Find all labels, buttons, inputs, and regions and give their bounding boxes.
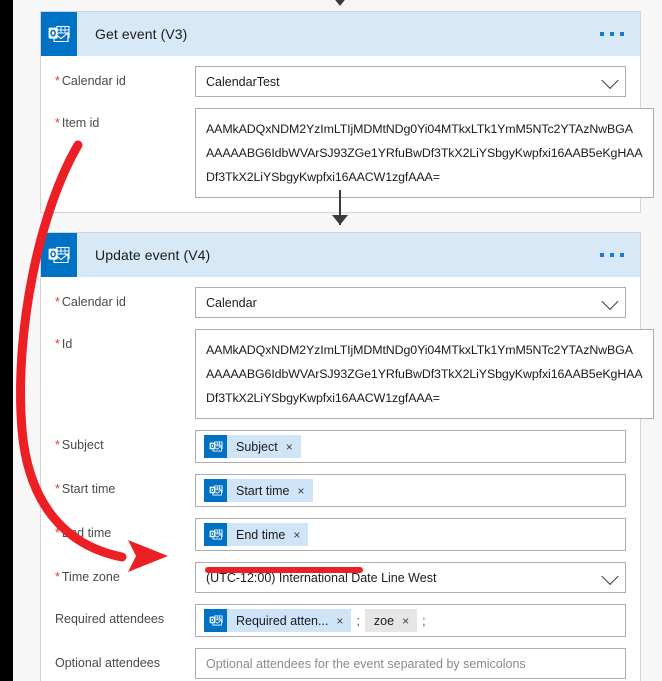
card-title: Get event (V3) (95, 26, 188, 42)
id-line: Df3TkX2LiYSbgyKwpfxi16AACW1zgfAAA= (206, 391, 440, 405)
field-row-optional-attendees: Optional attendees Optional attendees fo… (55, 648, 626, 679)
remove-token-icon[interactable]: × (334, 615, 351, 627)
outlook-token-icon (204, 523, 227, 546)
required-asterisk: * (55, 570, 60, 584)
subject-input[interactable]: Subject × (195, 430, 626, 463)
required-asterisk: * (55, 337, 60, 351)
plain-text-token[interactable]: zoe × (364, 609, 418, 632)
token-label: Required atten... (236, 613, 329, 628)
dynamic-content-token[interactable]: Subject × (204, 435, 301, 458)
outlook-icon (41, 12, 77, 56)
field-row-start-time: * Start time Start time × (55, 474, 626, 507)
field-label: Optional attendees (55, 656, 160, 670)
card-header[interactable]: Get event (V3) (41, 12, 640, 56)
field-label: Required attendees (55, 612, 165, 626)
required-asterisk: * (55, 74, 60, 88)
field-label: * Id (55, 337, 73, 351)
token-label: zoe (373, 613, 395, 628)
left-gutter (0, 0, 13, 681)
remove-token-icon[interactable]: × (296, 485, 313, 497)
more-commands-button[interactable] (600, 253, 624, 257)
required-asterisk: * (55, 482, 60, 496)
calendar-id-value: CalendarTest (206, 74, 280, 89)
action-card-update-event[interactable]: Update event (V4) * Calendar id Calendar … (40, 232, 654, 681)
dynamic-content-token[interactable]: Start time × (204, 479, 313, 502)
field-row-item-id: * Item id AAMkADQxNDM2YzImLTIjMDMtNDg0Yi0… (55, 108, 654, 198)
more-commands-button[interactable] (600, 32, 624, 36)
field-label: * Calendar id (55, 74, 126, 88)
time-zone-value: (UTC-12:00) International Date Line West (206, 570, 437, 585)
field-row-id: * Id AAMkADQxNDM2YzImLTIjMDMtNDg0Yi04MTkx… (55, 329, 654, 419)
token-separator: ; (422, 613, 426, 628)
item-id-line: Df3TkX2LiYSbgyKwpfxi16AACW1zgfAAA= (206, 170, 440, 184)
dynamic-content-token[interactable]: Required atten... × (204, 609, 352, 632)
remove-token-icon[interactable]: × (400, 615, 417, 627)
outlook-token-icon (204, 609, 227, 632)
required-asterisk: * (55, 438, 60, 452)
calendar-id-dropdown[interactable]: Calendar (195, 287, 626, 318)
required-asterisk: * (55, 295, 60, 309)
calendar-id-value: Calendar (206, 295, 257, 310)
token-separator: ; (356, 613, 360, 628)
outlook-icon (41, 233, 77, 277)
token-label: Start time (236, 483, 290, 498)
time-zone-dropdown[interactable]: (UTC-12:00) International Date Line West (195, 562, 626, 593)
field-row-end-time: * End time End time × (55, 518, 626, 551)
field-label: * Time zone (55, 570, 120, 584)
remove-token-icon[interactable]: × (284, 441, 301, 453)
outlook-token-icon (204, 479, 227, 502)
card-title: Update event (V4) (95, 247, 211, 263)
id-textarea[interactable]: AAMkADQxNDM2YzImLTIjMDMtNDg0Yi04MTkxLTk1… (195, 329, 654, 419)
field-row-subject: * Subject Subject × (55, 430, 626, 463)
outlook-token-icon (204, 435, 227, 458)
field-row-calendar-id: * Calendar id Calendar (55, 287, 626, 318)
field-label: * Subject (55, 438, 104, 452)
field-row-required-attendees: Required attendees Required atten... × ;… (55, 604, 626, 637)
dynamic-content-token[interactable]: End time × (204, 523, 309, 546)
item-id-line: AAAAABG6IdbWVArSJ93ZGe1YRfuBwDf3TkX2LiYS… (206, 146, 643, 160)
token-label: End time (236, 527, 286, 542)
calendar-id-dropdown[interactable]: CalendarTest (195, 66, 626, 97)
card-body: * Calendar id CalendarTest * Item id AAMkA… (41, 56, 654, 212)
connector-arrowhead-middle (332, 215, 348, 225)
chevron-down-icon[interactable] (601, 567, 619, 585)
card-body: * Calendar id Calendar * Id AAMkADQxNDM2Yz… (41, 277, 654, 681)
id-line: AAAAABG6IdbWVArSJ93ZGe1YRfuBwDf3TkX2LiYS… (206, 367, 643, 381)
token-label: Subject (236, 439, 278, 454)
action-card-get-event[interactable]: Get event (V3) * Calendar id CalendarTest… (40, 11, 654, 213)
field-label: * Calendar id (55, 295, 126, 309)
optional-attendees-input[interactable]: Optional attendees for the event separat… (195, 648, 626, 679)
end-time-input[interactable]: End time × (195, 518, 626, 551)
item-id-line: AAMkADQxNDM2YzImLTIjMDMtNDg0Yi04MTkxLTk1… (206, 122, 633, 136)
start-time-input[interactable]: Start time × (195, 474, 626, 507)
chevron-down-icon[interactable] (601, 292, 619, 310)
connector-arrowhead-top (332, 0, 348, 6)
field-label: * End time (55, 526, 112, 540)
field-row-calendar-id: * Calendar id CalendarTest (55, 66, 626, 97)
required-asterisk: * (55, 116, 60, 130)
field-row-time-zone: * Time zone (UTC-12:00) International Dat… (55, 562, 626, 593)
field-label: * Start time (55, 482, 116, 496)
id-line: AAMkADQxNDM2YzImLTIjMDMtNDg0Yi04MTkxLTk1… (206, 343, 633, 357)
chevron-down-icon[interactable] (601, 71, 619, 89)
remove-token-icon[interactable]: × (291, 529, 308, 541)
required-asterisk: * (55, 526, 60, 540)
item-id-textarea[interactable]: AAMkADQxNDM2YzImLTIjMDMtNDg0Yi04MTkxLTk1… (195, 108, 654, 198)
field-label: * Item id (55, 116, 100, 130)
optional-attendees-placeholder: Optional attendees for the event separat… (206, 656, 526, 671)
required-attendees-input[interactable]: Required atten... × ; zoe × ; (195, 604, 626, 637)
card-header[interactable]: Update event (V4) (41, 233, 640, 277)
